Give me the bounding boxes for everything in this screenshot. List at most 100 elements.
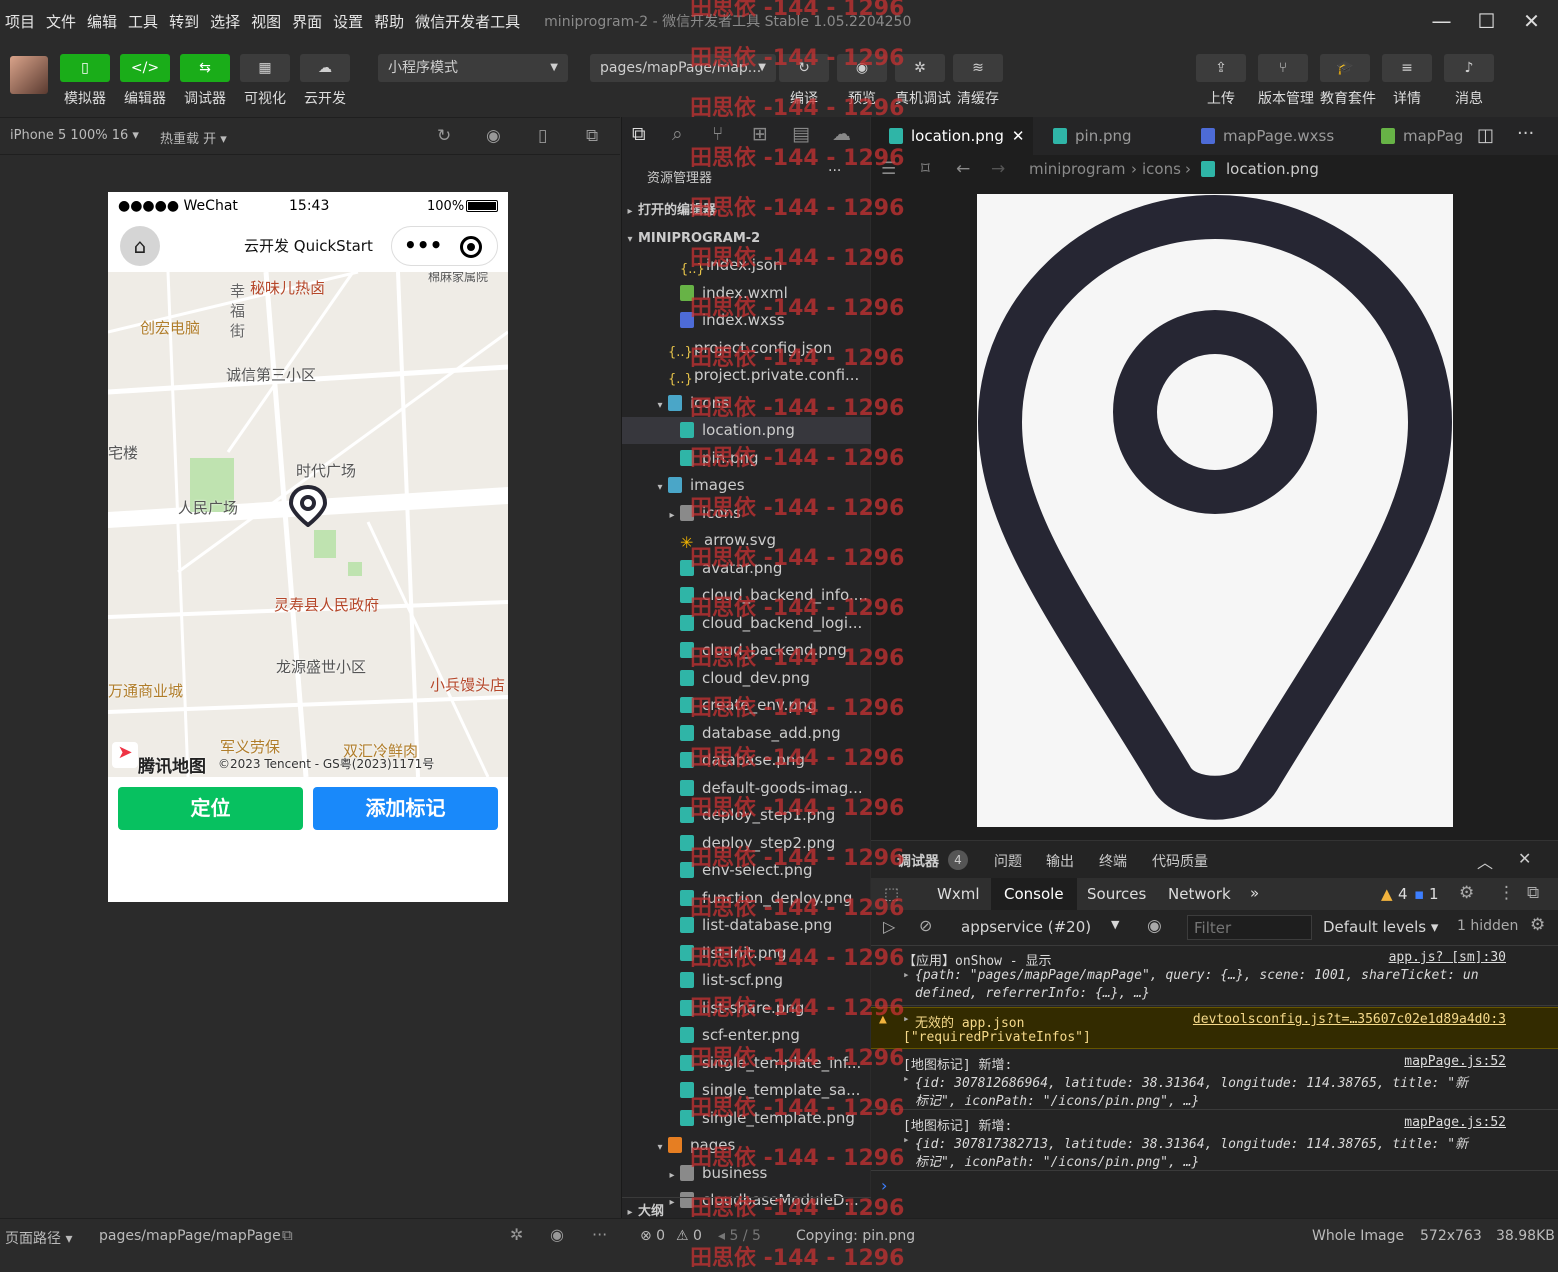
avatar[interactable] xyxy=(10,56,48,94)
file-item[interactable]: cloud_dev.png xyxy=(622,665,871,692)
bookmark-icon[interactable]: ⌑ xyxy=(921,155,930,183)
kebab-icon[interactable]: ⋮ xyxy=(1498,883,1515,903)
page-select[interactable]: pages/mapPage/map... ▼ xyxy=(590,54,776,82)
twistie-icon[interactable]: ▸ xyxy=(664,502,680,527)
tab-mappage-wxss[interactable]: mapPage.wxss xyxy=(1183,117,1363,155)
settings-icon[interactable]: ⚙ xyxy=(1459,883,1474,903)
git-icon[interactable]: ⑂ xyxy=(712,123,723,145)
toolbar-branch-button[interactable]: ⑂ 版本管理 xyxy=(1258,54,1314,108)
file-item[interactable]: single_template.png xyxy=(622,1105,871,1132)
file-item[interactable]: pin.png xyxy=(622,445,871,472)
panel-icon[interactable]: ▤ xyxy=(792,123,810,145)
warning-count[interactable]: 4 xyxy=(1398,885,1408,903)
files-icon[interactable]: ⧉ xyxy=(632,123,646,145)
menu-item[interactable]: 转到 xyxy=(164,11,205,32)
file-item[interactable]: list-init.png xyxy=(622,940,871,967)
menu-item[interactable]: 设置 xyxy=(328,11,369,32)
toolbar-bug-button[interactable]: ✲ 真机调试 xyxy=(895,54,951,108)
rotate-icon[interactable]: ↻ xyxy=(437,126,451,146)
toolbar-eye-button[interactable]: ◉ 预览 xyxy=(837,54,887,108)
hotreload-toggle[interactable]: 热重载 开 ▾ xyxy=(160,128,227,147)
log-source-link[interactable]: devtoolsconfig.js?t=…35607c02e1d89a4d0:3 xyxy=(1193,1012,1506,1027)
toolbar-bell-button[interactable]: ♪ 消息 xyxy=(1444,54,1494,108)
mode-select[interactable]: 小程序模式 ▼ xyxy=(378,54,568,82)
file-item[interactable]: deploy_step1.png xyxy=(622,802,871,829)
search-icon[interactable]: ⌕ xyxy=(672,123,683,145)
file-item[interactable]: location.png xyxy=(622,417,871,444)
eye-icon[interactable]: ◉ xyxy=(550,1225,564,1244)
file-item[interactable]: database_add.png xyxy=(622,720,871,747)
locate-button[interactable]: 定位 xyxy=(118,787,303,830)
toolbar-menu-button[interactable]: ≡ 详情 xyxy=(1382,54,1432,108)
map[interactable]: 秘味儿热卤幸福街 创宏电脑 诚信第三小区 宅楼 时代广场 人民广场 灵寿县人民政府 龙源盛世小… xyxy=(108,272,508,777)
file-item[interactable]: list-database.png xyxy=(622,912,871,939)
file-item[interactable]: env-select.png xyxy=(622,857,871,884)
more-icon[interactable]: ··· xyxy=(592,1225,607,1244)
open-editors-section[interactable]: ▸ 打开的编辑器 xyxy=(622,197,871,224)
menu-item[interactable]: 选择 xyxy=(205,11,246,32)
record-icon[interactable]: ◉ xyxy=(486,126,501,146)
file-item[interactable]: single_template_sa... xyxy=(622,1077,871,1104)
toolbar-refresh-button[interactable]: ↻ 编译 xyxy=(779,54,829,108)
toolbar-upload-button[interactable]: ⇪ 上传 xyxy=(1196,54,1246,108)
cloud-icon[interactable]: ☁ xyxy=(832,123,851,145)
menu-item[interactable]: 编辑 xyxy=(82,11,123,32)
file-item[interactable]: function_deploy.png xyxy=(622,885,871,912)
file-item[interactable]: avatar.png xyxy=(622,555,871,582)
forward-icon[interactable]: → xyxy=(991,155,1005,183)
debugger-tab[interactable]: 调试器 xyxy=(897,851,939,871)
file-item[interactable]: cloud_backend.png xyxy=(622,637,871,664)
file-item[interactable]: deploy_step2.png xyxy=(622,830,871,857)
twistie-icon[interactable]: ▾ xyxy=(652,474,668,499)
console-settings-icon[interactable]: ⚙ xyxy=(1530,915,1545,935)
eye-icon[interactable]: ◉ xyxy=(1147,916,1162,936)
tab-console[interactable]: Console xyxy=(991,878,1077,910)
menu-item[interactable]: 文件 xyxy=(41,11,82,32)
back-icon[interactable]: ← xyxy=(956,155,970,183)
maximize-icon[interactable]: ☐ xyxy=(1464,9,1509,33)
toolbar-debug-button[interactable]: ⇆ 调试器 xyxy=(180,54,230,108)
project-section[interactable]: ▾ MINIPROGRAM-2 xyxy=(622,225,871,252)
file-item[interactable]: {..}index.json xyxy=(622,252,871,279)
file-item[interactable]: single_template_inf... xyxy=(622,1050,871,1077)
file-item[interactable]: ▸ icons xyxy=(622,500,871,527)
list-icon[interactable]: ☰ xyxy=(881,155,896,183)
dock-icon[interactable]: ⧉ xyxy=(1527,883,1539,903)
expand-icon[interactable]: ▸ xyxy=(903,968,910,981)
file-item[interactable]: create_env.png xyxy=(622,692,871,719)
clear-console-icon[interactable]: ⊘ xyxy=(919,916,932,935)
info-count[interactable]: 1 xyxy=(1429,885,1439,903)
log-source-link[interactable]: mapPage.js:52 xyxy=(1404,1115,1506,1130)
more-tabs-icon[interactable]: » xyxy=(1250,884,1259,902)
twistie-icon[interactable]: ▸ xyxy=(664,1162,680,1187)
explorer-more-icon[interactable]: ··· xyxy=(828,163,841,179)
bug-icon[interactable]: ✲ xyxy=(510,1225,523,1244)
phone-icon[interactable]: ▯ xyxy=(538,126,547,146)
collapse-icon[interactable]: ︿ xyxy=(1477,849,1493,873)
sidebar-toggle-icon[interactable]: ▷ xyxy=(883,917,895,936)
toolbar-cloud-button[interactable]: ☁ 云开发 xyxy=(300,54,350,108)
tab-network[interactable]: Network xyxy=(1168,885,1231,903)
file-item[interactable]: ▾ icons xyxy=(622,390,871,417)
toolbar-layers-button[interactable]: ≋ 清缓存 xyxy=(953,54,1003,108)
levels-select[interactable]: Default levels ▾ xyxy=(1323,918,1438,936)
toolbar-code-button[interactable]: </> 编辑器 xyxy=(120,54,170,108)
expand-icon[interactable]: ▸ xyxy=(903,1133,910,1146)
file-item[interactable]: cloud_backend_logi... xyxy=(622,610,871,637)
image-zoom[interactable]: Whole Image xyxy=(1312,1228,1404,1244)
tab-mappage[interactable]: mapPag xyxy=(1363,117,1473,155)
menu-item[interactable]: 帮助 xyxy=(369,11,410,32)
tab-output[interactable]: 输出 xyxy=(1046,851,1074,871)
menu-item[interactable]: 视图 xyxy=(246,11,287,32)
file-item[interactable]: ✳ arrow.svg xyxy=(622,527,871,554)
split-editor-icon[interactable]: ◫ xyxy=(1477,125,1494,146)
tab-problems[interactable]: 问题 xyxy=(994,851,1022,871)
context-select[interactable]: appservice (#20) xyxy=(961,918,1091,936)
file-item[interactable]: list-scf.png xyxy=(622,967,871,994)
file-item[interactable]: {..}project.private.confi... xyxy=(622,362,871,389)
toolbar-layout-button[interactable]: ▦ 可视化 xyxy=(240,54,290,108)
file-item[interactable]: cloud_backend_info.... xyxy=(622,582,871,609)
menu-item[interactable]: 微信开发者工具 xyxy=(410,11,526,32)
tab-close-icon[interactable]: ✕ xyxy=(1012,127,1025,145)
log-source-link[interactable]: mapPage.js:52 xyxy=(1404,1054,1506,1069)
